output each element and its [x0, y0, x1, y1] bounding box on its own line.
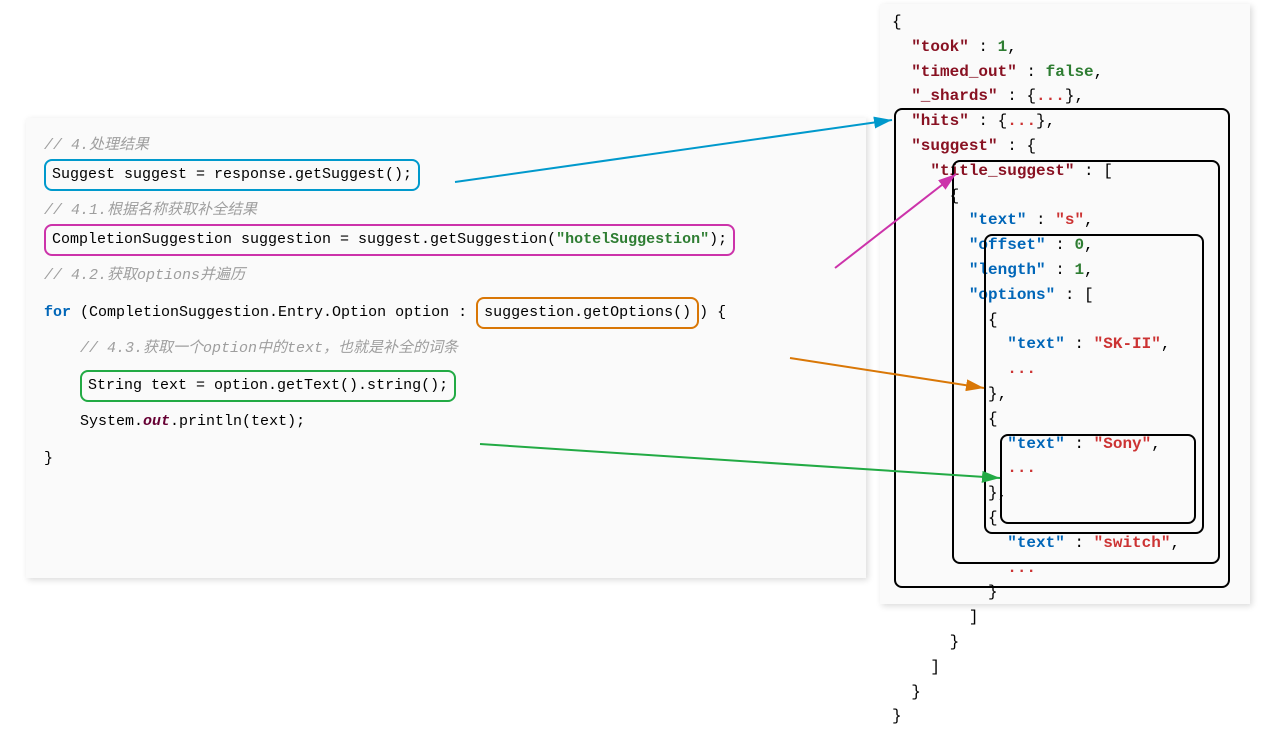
hl-getText: String text = option.getText().string();	[80, 370, 456, 403]
json-response-panel: { "took" : 1, "timed_out" : false, "_sha…	[880, 4, 1250, 604]
comment-4: // 4.处理结果	[44, 132, 848, 161]
line-getText: String text = option.getText().string();	[44, 372, 848, 401]
hl-getOptions: suggestion.getOptions()	[476, 297, 699, 330]
line-println: System.out.println(text);	[44, 408, 848, 437]
line-close: }	[44, 445, 848, 474]
line-getSuggest: Suggest suggest = response.getSuggest();	[44, 161, 848, 190]
comment-42: // 4.2.获取options并遍历	[44, 262, 848, 291]
comment-41: // 4.1.根据名称获取补全结果	[44, 197, 848, 226]
comment-43: // 4.3.获取一个option中的text，也就是补全的词条	[44, 335, 848, 364]
java-code-panel: // 4.处理结果 Suggest suggest = response.get…	[26, 118, 866, 578]
hl-getSuggest: Suggest suggest = response.getSuggest();	[44, 159, 420, 192]
line-for: for (CompletionSuggestion.Entry.Option o…	[44, 299, 848, 328]
line-getSuggestion: CompletionSuggestion suggestion = sugges…	[44, 226, 848, 255]
hl-getSuggestion: CompletionSuggestion suggestion = sugges…	[44, 224, 735, 257]
